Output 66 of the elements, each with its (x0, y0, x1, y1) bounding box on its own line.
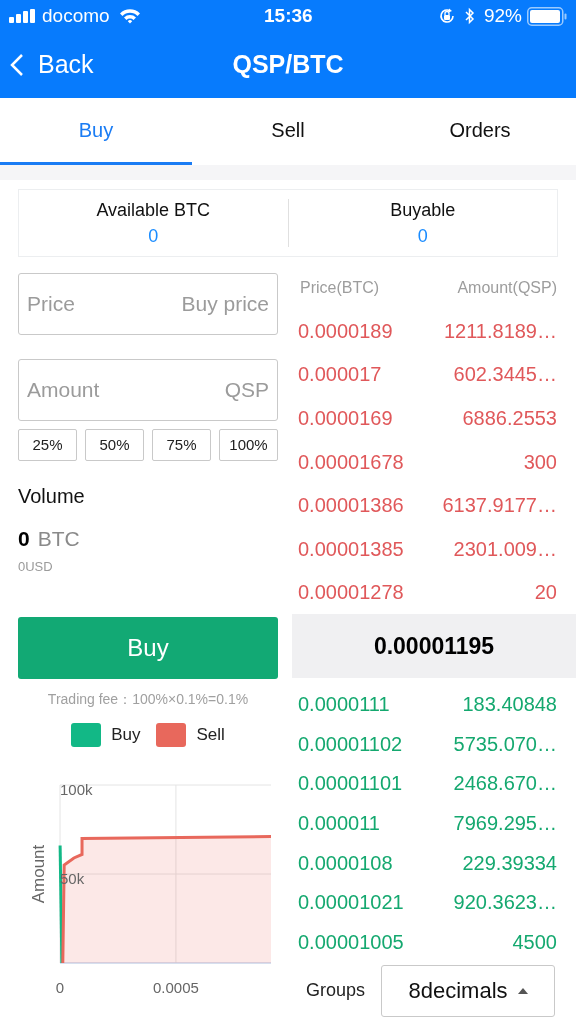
order-price: 0.0000189 (298, 318, 393, 344)
wifi-icon (118, 8, 141, 24)
order-amount: 4500 (512, 930, 557, 956)
axis-tick-label: 0.0005 (153, 979, 199, 996)
order-price: 0.0000108 (298, 850, 393, 876)
order-amount: 183.40848 (462, 692, 557, 717)
order-price: 0.00001101 (298, 771, 403, 797)
order-amount: 2301.009… (453, 536, 557, 562)
groups-label: Groups (306, 979, 366, 1003)
back-button[interactable]: Back (10, 46, 94, 84)
balance-label: Available BTC (96, 199, 211, 221)
battery-icon (527, 6, 567, 26)
balance-label: Buyable (390, 199, 456, 221)
column-header: Amount(QSP) (457, 278, 557, 298)
tab[interactable]: Orders (384, 98, 576, 165)
order-price: 0.00001021 (298, 890, 404, 916)
axis-title: Amount (29, 844, 48, 904)
groups-dropdown[interactable]: 8decimals (381, 964, 556, 1017)
screen-title: QSP/BTC (232, 49, 344, 81)
column-header: Price(BTC) (300, 278, 380, 298)
signal-icon (9, 9, 37, 23)
order-price: 0.00001678 (298, 449, 404, 475)
order-price: 0.00001005 (298, 930, 404, 956)
order-amount: 6137.9177… (442, 493, 557, 519)
order-amount: 920.3623… (453, 890, 557, 916)
order-price: 0.00001386 (298, 493, 404, 519)
usd-value: 0USD (18, 558, 54, 576)
axis-tick-label: 100k (60, 781, 93, 798)
chevron-left-icon (10, 53, 24, 77)
order-price: 0.00001278 (298, 580, 404, 606)
volume-label: Volume (18, 484, 86, 509)
legend-label: Buy (111, 724, 141, 747)
last-price: 0.00001195 (373, 631, 495, 661)
order-price: 0.0000169 (298, 406, 393, 431)
bluetooth-icon (464, 7, 475, 25)
order-amount: 7969.295… (453, 811, 557, 837)
battery-percent: 92% (483, 3, 522, 28)
order-amount: 300 (523, 449, 557, 475)
order-amount: 2468.670… (453, 771, 557, 797)
order-price: 0.000011 (298, 811, 380, 837)
trading-fee-text: Trading fee：100%×0.1%=0.1% (46, 690, 250, 709)
percent-button[interactable]: 75% (152, 429, 211, 461)
caret-up-icon (517, 987, 528, 994)
order-amount: 1211.8189… (443, 318, 557, 344)
carrier-name: docomo (42, 3, 110, 28)
order-amount: 5735.070… (453, 731, 557, 757)
percent-button[interactable]: 100% (219, 429, 278, 461)
order-price: 0.000017 (298, 362, 382, 388)
order-price: 0.0000111 (298, 692, 390, 717)
clock-time: 15:36 (264, 3, 313, 28)
order-amount: 229.39334 (462, 850, 557, 876)
order-amount: 6886.2553 (462, 406, 557, 431)
order-amount: 20 (534, 580, 557, 606)
order-price: 0.00001102 (298, 731, 403, 757)
percent-button[interactable]: 50% (85, 429, 144, 461)
order-price: 0.00001385 (298, 536, 404, 562)
volume-unit: BTC (37, 526, 80, 552)
rotation-lock-icon (437, 7, 456, 25)
axis-tick-label: 0 (55, 979, 65, 996)
volume-value: 0 (18, 526, 30, 552)
balance-value: 0 (148, 225, 159, 247)
tab[interactable]: Sell (192, 98, 384, 165)
legend-label: Sell (196, 724, 225, 747)
balance-value: 0 (417, 225, 428, 247)
percent-button[interactable]: 25% (18, 429, 77, 461)
order-amount: 602.3445… (453, 362, 557, 388)
